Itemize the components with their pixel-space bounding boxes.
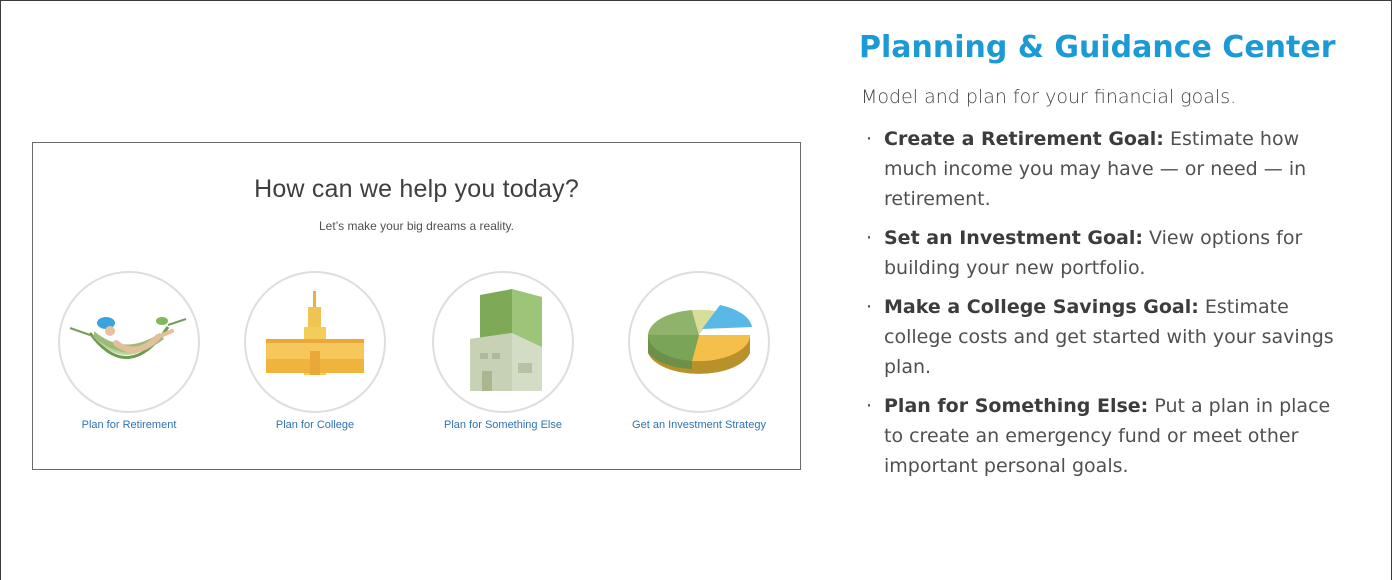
house-icon <box>470 289 542 391</box>
goal-title: Plan for Something Else: <box>884 395 1149 417</box>
option-plan-for-college[interactable]: Plan for College <box>225 271 405 441</box>
goal-list: Create a Retirement Goal: Estimate how m… <box>859 124 1379 481</box>
panel-intro: Model and plan for your financial goals. <box>861 86 1237 108</box>
help-subheading: Let’s make your big dreams a reality. <box>319 219 514 233</box>
option-circle[interactable] <box>628 271 770 413</box>
option-plan-for-something-else[interactable]: Plan for Something Else <box>413 271 593 441</box>
college-building-icon <box>266 291 364 375</box>
option-circle[interactable] <box>244 271 386 413</box>
goal-item-retirement: Create a Retirement Goal: Estimate how m… <box>859 124 1349 214</box>
goal-item-investment: Set an Investment Goal: View options for… <box>859 223 1349 283</box>
planning-guidance-panel: Planning & Guidance Center Model and pla… <box>859 21 1379 490</box>
goal-title: Make a College Savings Goal: <box>884 296 1199 318</box>
option-label[interactable]: Plan for Retirement <box>39 419 219 431</box>
option-label[interactable]: Get an Investment Strategy <box>609 419 789 431</box>
option-circle[interactable] <box>58 271 200 413</box>
goal-title: Create a Retirement Goal: <box>884 128 1164 150</box>
goal-item-college: Make a College Savings Goal: Estimate co… <box>859 292 1349 382</box>
option-circle[interactable] <box>432 271 574 413</box>
option-label[interactable]: Plan for Something Else <box>413 419 593 431</box>
hammock-icon <box>69 317 187 360</box>
goal-title: Set an Investment Goal: <box>884 227 1143 249</box>
option-plan-for-retirement[interactable]: Plan for Retirement <box>39 271 219 441</box>
goal-item-something-else: Plan for Something Else: Put a plan in p… <box>859 391 1349 481</box>
pie-chart-icon <box>647 305 752 374</box>
panel-title: Planning & Guidance Center <box>859 30 1336 65</box>
option-get-an-investment-strategy[interactable]: Get an Investment Strategy <box>609 271 789 441</box>
option-label[interactable]: Plan for College <box>225 419 405 431</box>
help-heading: How can we help you today? <box>254 175 579 203</box>
planning-tool-screenshot: How can we help you today? Let’s make yo… <box>32 142 801 470</box>
page-frame: How can we help you today? Let’s make yo… <box>0 0 1392 580</box>
